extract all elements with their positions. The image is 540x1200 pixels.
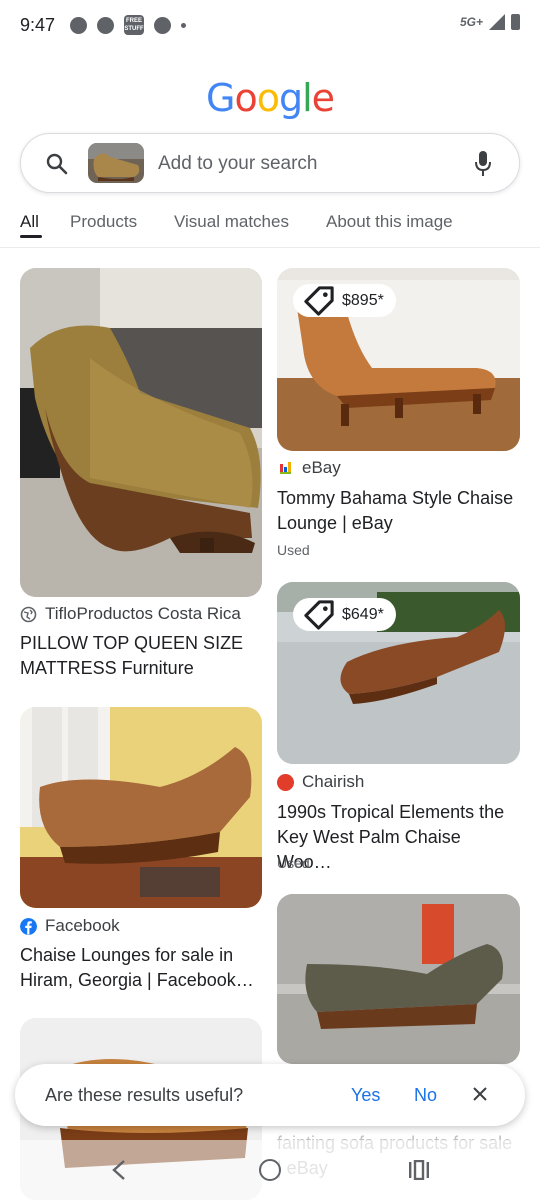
source-name: TifloProductos Costa Rica bbox=[45, 604, 241, 623]
result-image[interactable]: $895* bbox=[277, 268, 520, 451]
result-title[interactable]: PILLOW TOP QUEEN SIZE MATTRESS Furniture bbox=[20, 631, 263, 681]
price-badge: $649* bbox=[293, 598, 396, 631]
result-image[interactable] bbox=[20, 268, 262, 597]
globe-icon bbox=[20, 606, 37, 622]
price-tag-icon bbox=[304, 286, 334, 316]
app-notification-icon bbox=[154, 16, 171, 34]
notification-icons: FREE STUFF bbox=[70, 15, 186, 35]
google-logo: Google bbox=[205, 76, 335, 120]
signal-icon bbox=[489, 14, 505, 30]
feedback-question: Are these results useful? bbox=[45, 1085, 244, 1105]
result-image[interactable]: $649* bbox=[277, 582, 520, 764]
source-name: Chairish bbox=[302, 772, 365, 791]
feedback-no-button[interactable]: No bbox=[414, 1085, 437, 1106]
battery-icon bbox=[511, 14, 520, 30]
system-icons: 5G+ bbox=[460, 14, 520, 30]
back-icon[interactable] bbox=[110, 1158, 128, 1182]
search-input[interactable]: Add to your search bbox=[158, 153, 317, 175]
tab-visual-matches[interactable]: Visual matches bbox=[174, 212, 289, 232]
recent-apps-icon[interactable] bbox=[408, 1160, 430, 1180]
facebook-icon bbox=[20, 917, 37, 935]
tab-products[interactable]: Products bbox=[70, 212, 137, 232]
source-name: eBay bbox=[302, 458, 341, 477]
result-title[interactable]: Tommy Bahama Style Chaise Lounge | eBay bbox=[277, 486, 520, 536]
status-bar: 9:47 FREE STUFF 5G+ bbox=[0, 0, 540, 52]
result-image[interactable] bbox=[277, 894, 520, 1064]
price-value: $895* bbox=[342, 291, 384, 309]
system-navigation-bar bbox=[0, 1140, 540, 1200]
condition-label: Used bbox=[277, 542, 310, 558]
chrome-icon bbox=[97, 16, 114, 34]
result-title[interactable]: Chaise Lounges for sale in Hiram, Georgi… bbox=[20, 943, 263, 993]
home-icon[interactable] bbox=[259, 1159, 281, 1181]
result-source[interactable]: Facebook bbox=[20, 916, 120, 936]
price-value: $649* bbox=[342, 605, 384, 623]
network-type: 5G+ bbox=[459, 15, 483, 29]
query-image-thumbnail[interactable] bbox=[88, 143, 144, 183]
ebay-icon bbox=[280, 461, 291, 474]
free-stuff-icon: FREE STUFF bbox=[124, 15, 144, 35]
price-badge: $895* bbox=[293, 284, 396, 317]
result-source[interactable]: eBay bbox=[277, 458, 341, 478]
chairish-icon bbox=[277, 773, 294, 791]
condition-label: Used bbox=[277, 855, 310, 871]
active-tab-indicator bbox=[20, 235, 42, 238]
result-source[interactable]: TifloProductos Costa Rica bbox=[20, 604, 241, 624]
status-time: 9:47 bbox=[20, 15, 56, 35]
result-tabs: All Products Visual matches About this i… bbox=[0, 208, 540, 248]
feedback-prompt: Are these results useful? Yes No bbox=[15, 1064, 525, 1126]
price-tag-icon bbox=[304, 600, 334, 630]
result-image[interactable] bbox=[20, 707, 262, 908]
message-icon bbox=[70, 16, 87, 34]
result-source[interactable]: Chairish bbox=[277, 772, 364, 792]
tab-about-this-image[interactable]: About this image bbox=[326, 212, 453, 232]
microphone-icon[interactable] bbox=[473, 150, 493, 178]
result-title[interactable]: 1990s Tropical Elements the Key West Pal… bbox=[277, 800, 520, 875]
search-icon[interactable] bbox=[45, 152, 69, 176]
tab-all[interactable]: All bbox=[20, 212, 39, 232]
close-icon[interactable] bbox=[471, 1085, 489, 1103]
search-bar[interactable]: Add to your search bbox=[20, 133, 520, 193]
more-notifications-icon bbox=[181, 22, 186, 28]
feedback-yes-button[interactable]: Yes bbox=[351, 1085, 380, 1106]
source-name: Facebook bbox=[45, 916, 120, 935]
